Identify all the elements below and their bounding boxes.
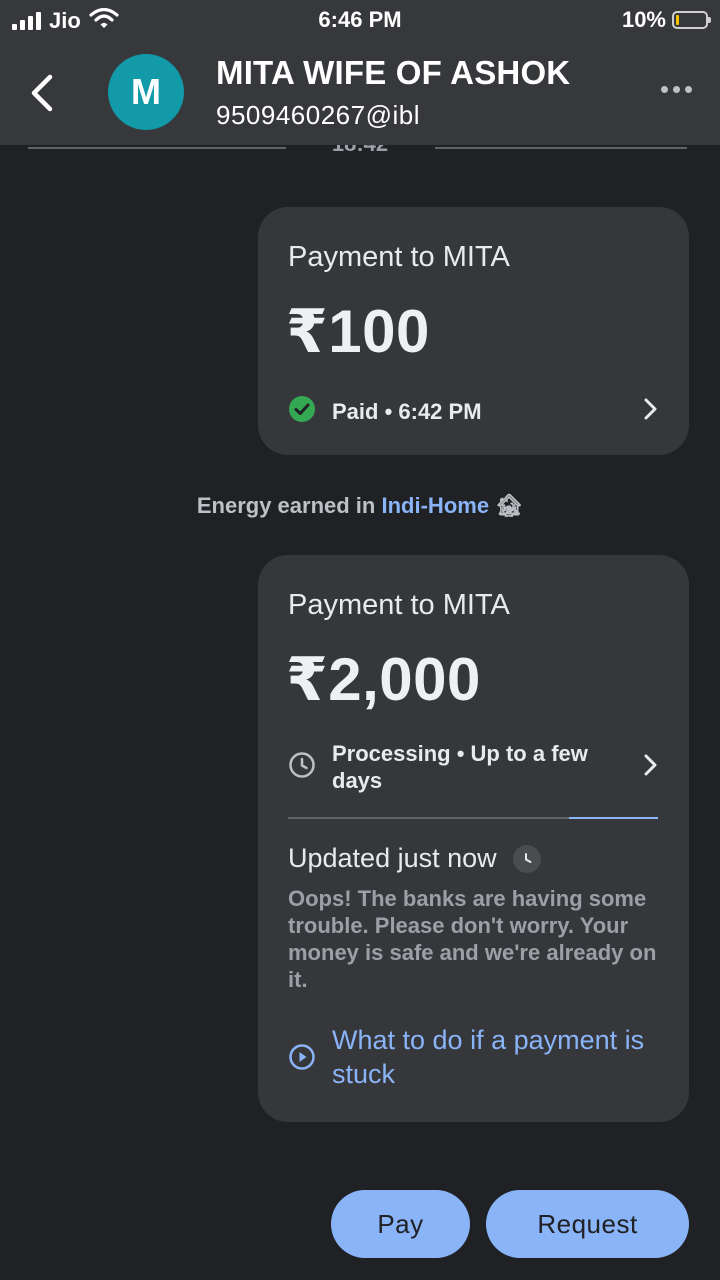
check-circle-icon [288,395,316,428]
payment-status: Processing • Up to a few days [332,741,588,793]
history-clock-icon [512,844,541,873]
delay-message: Oops! The banks are having some trouble.… [288,886,657,992]
updated-row: Updated just now [288,843,541,874]
processing-progress-bar [288,817,658,819]
chat-header: M MITA WIFE OF ASHOK 9509460267@ibl [0,40,720,145]
contact-upi-id: 9509460267@ibl [216,100,421,130]
home-emoji-icon: 🏚 [495,493,524,518]
pay-button[interactable]: Pay [331,1190,470,1258]
date-divider-label: 18:42 [0,145,720,157]
payment-card-processing[interactable]: Payment to MITA ₹2,000 Processing • Up t… [258,555,689,1122]
back-arrow-icon[interactable] [22,68,62,118]
help-link-row[interactable]: What to do if a payment is stuck [288,1023,659,1091]
payment-card[interactable]: Payment to MITA ₹100 Paid • 6:42 PM [258,207,689,455]
energy-earned-note: Energy earned in Indi-Home 🏚 [0,493,720,519]
request-button[interactable]: Request [486,1190,689,1258]
battery-icon [672,11,711,29]
status-right: 10% [621,7,711,33]
clock-icon [288,751,316,784]
status-bar: Jio 6:46 PM 10% [0,0,720,40]
battery-percent: 10% [621,7,666,32]
clock-time: 6:46 PM [318,7,402,32]
energy-place-link[interactable]: Indi-Home [382,493,490,518]
energy-prefix: Energy earned in [196,493,376,518]
play-circle-icon [288,1043,316,1076]
contact-name[interactable]: MITA WIFE OF ASHOK [216,54,570,92]
payment-amount: ₹100 [286,298,430,365]
chevron-right-icon[interactable] [641,396,659,427]
more-options-icon[interactable] [661,86,692,93]
avatar[interactable]: M [108,54,184,130]
progress-fill [569,817,658,819]
chevron-right-icon[interactable] [641,752,659,783]
payment-amount: ₹2,000 [286,646,481,713]
payment-title: Payment to MITA [288,241,510,273]
payment-status: Paid • 6:42 PM [332,399,482,424]
stuck-payment-help-link[interactable]: What to do if a payment is stuck [332,1023,659,1091]
date-divider: 18:42 [0,145,720,167]
payment-status-row[interactable]: Paid • 6:42 PM [288,395,659,428]
payment-status-row[interactable]: Processing • Up to a few days [288,740,659,794]
updated-label: Updated just now [288,843,497,873]
payment-title: Payment to MITA [288,589,510,621]
